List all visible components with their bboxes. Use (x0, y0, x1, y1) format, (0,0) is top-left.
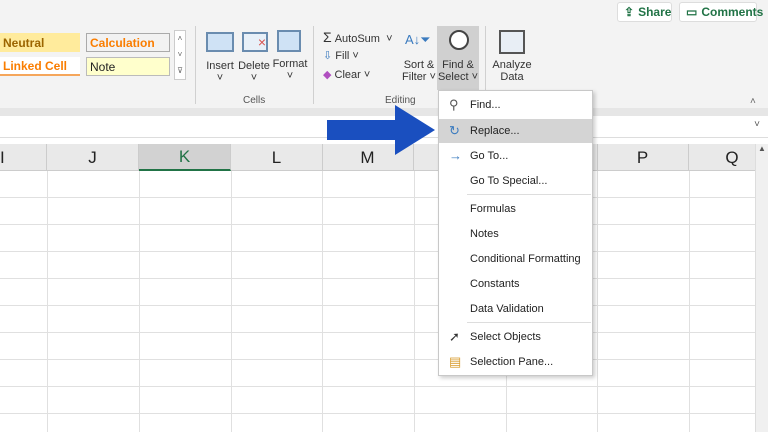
column-header-selected[interactable]: K (139, 144, 231, 171)
sort-filter-icon: A↓⏷ (405, 32, 431, 48)
style-calculation[interactable]: Calculation (86, 33, 170, 52)
style-linked-cell[interactable]: Linked Cell (0, 57, 80, 76)
format-button[interactable]: Format˅ (271, 58, 309, 82)
menu-item-constants[interactable]: Constants (439, 272, 592, 296)
insert-button[interactable]: Insert˅ (202, 60, 238, 84)
arrow-right-icon: → (449, 148, 462, 163)
find-select-dropdown-menu: ⚲Find... ↻Replace... →Go To... Go To Spe… (438, 90, 593, 376)
find-select-button[interactable]: Find &Select ˅ (437, 26, 479, 90)
vertical-scrollbar[interactable]: ▲ (755, 144, 768, 432)
ribbon: ⇪Share ▭Comments Neutral Calculation Lin… (0, 0, 768, 108)
comments-button[interactable]: ▭Comments (679, 2, 757, 22)
column-header[interactable]: Q (689, 144, 755, 171)
expand-formula-icon[interactable]: ˅ (754, 119, 760, 130)
insert-cells-icon (206, 32, 234, 52)
menu-item-find[interactable]: ⚲Find... (439, 93, 592, 117)
cursor-icon: ➚ (449, 329, 460, 345)
cells-group-label: Cells (243, 95, 265, 106)
collapse-ribbon-icon[interactable]: ˄ (750, 96, 756, 107)
column-header[interactable]: I (0, 144, 47, 171)
blue-arrow-annotation (327, 105, 437, 155)
format-cells-icon (277, 30, 301, 52)
clear-button[interactable]: ◆ Clear ˅ (323, 68, 370, 81)
column-header[interactable]: P (597, 144, 689, 171)
menu-item-formulas[interactable]: Formulas (439, 197, 592, 221)
menu-item-selection-pane[interactable]: ▤Selection Pane... (439, 350, 592, 374)
analyze-data-button[interactable]: AnalyzeData (490, 59, 534, 83)
menu-item-go-to-special[interactable]: Go To Special... (439, 169, 592, 193)
menu-item-go-to[interactable]: →Go To... (439, 144, 592, 168)
menu-item-select-objects[interactable]: ➚Select Objects (439, 325, 592, 349)
menu-item-replace[interactable]: ↻Replace... (439, 119, 592, 143)
column-header[interactable]: L (231, 144, 323, 171)
share-button[interactable]: ⇪Share (617, 2, 672, 22)
replace-icon: ↻ (449, 123, 460, 139)
eraser-icon: ◆ (323, 69, 331, 81)
fill-button[interactable]: ⇩ Fill ˅ (323, 49, 359, 62)
menu-item-conditional-formatting[interactable]: Conditional Formatting (439, 247, 592, 271)
style-neutral[interactable]: Neutral (0, 33, 80, 52)
search-icon: ⚲ (449, 97, 459, 113)
menu-item-notes[interactable]: Notes (439, 222, 592, 246)
style-note[interactable]: Note (86, 57, 170, 76)
menu-item-data-validation[interactable]: Data Validation (439, 297, 592, 321)
autosum-button[interactable]: Σ AutoSum ˅ (323, 29, 393, 45)
selection-pane-icon: ▤ (449, 354, 461, 370)
styles-scroll[interactable]: ˄˅⊽ (174, 30, 186, 80)
comment-icon: ▭ (686, 5, 697, 19)
delete-button[interactable]: Delete˅ (236, 60, 272, 84)
share-icon: ⇪ (624, 5, 634, 19)
sigma-icon: Σ (323, 29, 332, 45)
column-header[interactable]: J (47, 144, 139, 171)
magnifier-icon (449, 30, 469, 50)
fill-icon: ⇩ (323, 50, 332, 62)
sort-filter-button[interactable]: Sort &Filter ˅ (400, 59, 438, 83)
analyze-data-icon (499, 30, 525, 54)
delete-cells-icon: × (242, 32, 268, 52)
